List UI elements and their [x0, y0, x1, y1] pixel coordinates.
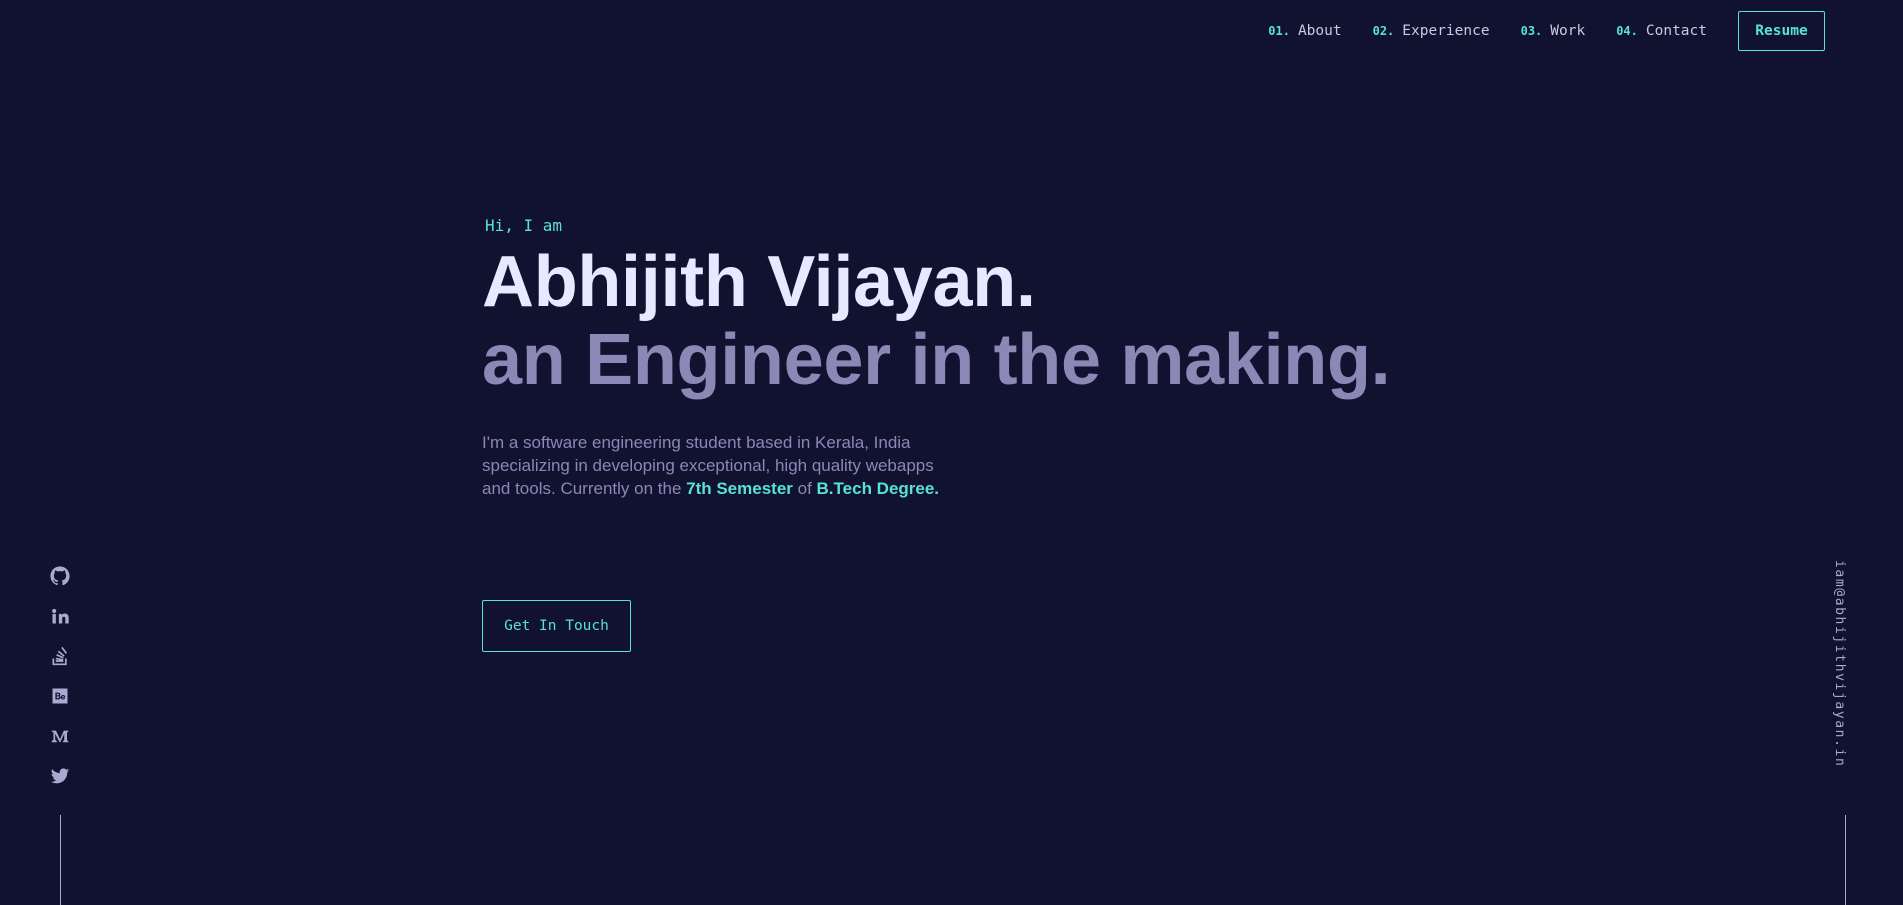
hero-tagline: an Engineer in the making.: [482, 320, 1391, 400]
github-icon[interactable]: [48, 564, 72, 588]
nav-item-contact[interactable]: 04. Contact: [1616, 23, 1707, 39]
email-link[interactable]: iam@abhijithvijayan.in: [1832, 560, 1847, 767]
nav-item-label: Experience: [1402, 23, 1490, 39]
page: 01. About 02. Experience 03. Work 04. Co…: [0, 0, 1903, 905]
social-links: [48, 564, 72, 804]
nav-item-about[interactable]: 01. About: [1268, 23, 1341, 39]
behance-icon[interactable]: [48, 684, 72, 708]
nav-item-label: Work: [1550, 23, 1586, 39]
nav-item-number: 02.: [1372, 24, 1395, 38]
nav-item-label: About: [1297, 23, 1342, 39]
left-divider-line: [60, 815, 61, 905]
get-in-touch-button[interactable]: Get In Touch: [482, 600, 631, 652]
hero-greeting: Hi, I am: [485, 216, 563, 235]
top-nav: 01. About 02. Experience 03. Work 04. Co…: [1268, 11, 1825, 51]
bio-text: of: [792, 479, 817, 498]
bio-highlight-semester: 7th Semester: [686, 479, 793, 498]
stackoverflow-icon[interactable]: [48, 644, 72, 668]
nav-item-number: 01.: [1268, 24, 1290, 38]
nav-item-experience[interactable]: 02. Experience: [1373, 23, 1490, 39]
medium-icon[interactable]: [48, 724, 72, 748]
twitter-icon[interactable]: [48, 764, 72, 788]
nav-item-number: 03.: [1520, 24, 1543, 38]
resume-button[interactable]: Resume: [1738, 11, 1825, 51]
nav-item-number: 04.: [1616, 24, 1638, 38]
right-divider-line: [1845, 815, 1846, 905]
bio-highlight-degree: B.Tech Degree.: [816, 479, 940, 498]
linkedin-icon[interactable]: [48, 604, 72, 628]
hero-section: Hi, I am Abhijith Vijayan. an Engineer i…: [482, 216, 1391, 652]
hero-bio: I'm a software engineering student based…: [482, 431, 952, 500]
nav-item-label: Contact: [1645, 23, 1707, 39]
hero-name: Abhijith Vijayan.: [482, 242, 1036, 322]
nav-item-work[interactable]: 03. Work: [1521, 23, 1586, 39]
